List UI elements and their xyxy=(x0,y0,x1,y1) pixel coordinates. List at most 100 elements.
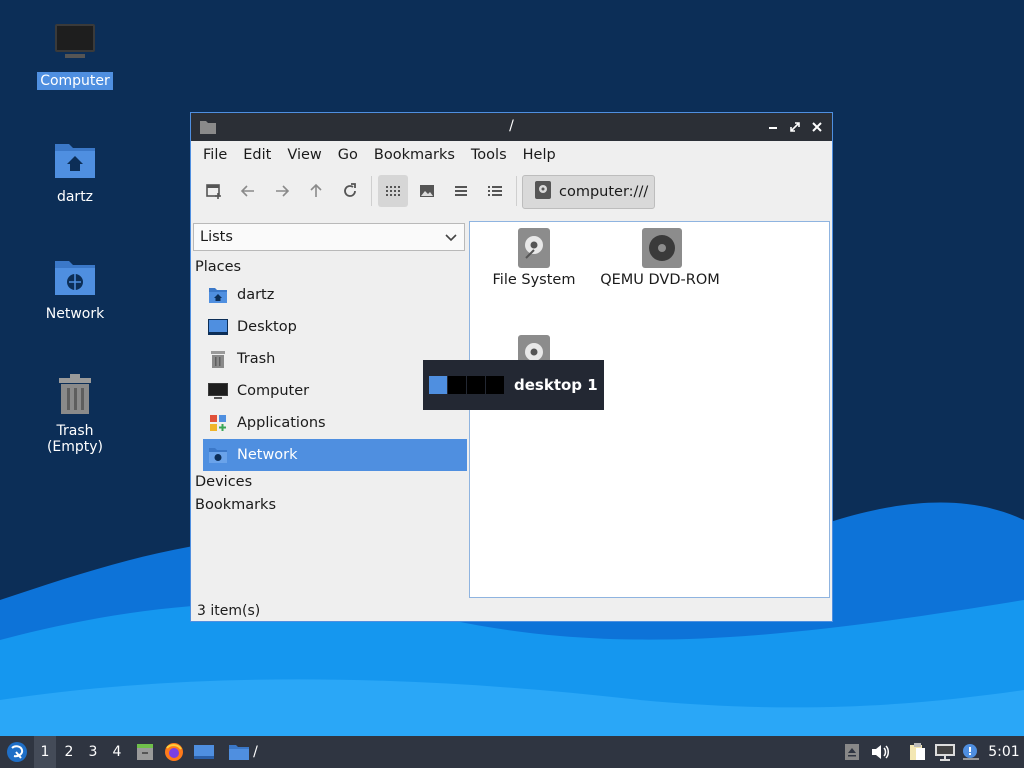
menu-file[interactable]: File xyxy=(195,147,235,163)
place-dartz[interactable]: dartz xyxy=(203,279,467,311)
arrow-left-icon xyxy=(240,185,254,197)
desktop-icon-trash[interactable]: Trash (Empty) xyxy=(25,372,125,456)
desktop-name-label: desktop 1 xyxy=(514,376,598,394)
new-tab-button[interactable] xyxy=(199,175,229,207)
list-detail-icon xyxy=(488,186,502,196)
side-pane-mode-value: Lists xyxy=(200,229,233,245)
reload-button[interactable] xyxy=(335,175,365,207)
drive-icon xyxy=(516,228,552,268)
firefox-launcher[interactable] xyxy=(162,736,186,768)
desktop-icon-label: Computer xyxy=(37,72,113,90)
eject-icon xyxy=(845,744,859,760)
detailed-view-button[interactable] xyxy=(480,175,510,207)
lxqt-logo-icon xyxy=(7,742,27,762)
menu-view[interactable]: View xyxy=(279,147,329,163)
back-button[interactable] xyxy=(233,175,263,207)
toolbar: computer:/// xyxy=(191,169,832,213)
volume-icon xyxy=(872,745,889,759)
icon-view-button[interactable] xyxy=(378,175,408,207)
firefox-icon xyxy=(165,743,183,761)
home-folder-icon xyxy=(53,138,97,182)
desktop-icon-network[interactable]: Network xyxy=(25,255,125,323)
folder-icon xyxy=(229,745,250,760)
computer-icon xyxy=(207,380,229,402)
network-tray-button[interactable] xyxy=(933,736,957,768)
desktop-cell-current xyxy=(429,376,447,394)
list-compact-icon xyxy=(455,186,467,196)
close-button[interactable] xyxy=(808,117,826,137)
maximize-button[interactable] xyxy=(786,117,804,137)
menu-bookmarks[interactable]: Bookmarks xyxy=(366,147,463,163)
place-desktop[interactable]: Desktop xyxy=(203,311,467,343)
path-button[interactable]: computer:/// xyxy=(522,175,655,209)
optical-drive-icon xyxy=(642,228,682,268)
trash-icon xyxy=(53,372,97,416)
network-icon xyxy=(207,444,229,466)
file-item-qemu-dvd-rom[interactable]: QEMU DVD-ROM xyxy=(596,228,724,288)
image-icon xyxy=(420,185,434,197)
title-bar[interactable]: / xyxy=(191,113,832,141)
menu-help[interactable]: Help xyxy=(515,147,564,163)
desktop-icon-computer[interactable]: Computer xyxy=(25,22,125,90)
up-button[interactable] xyxy=(301,175,331,207)
eject-tray-button[interactable] xyxy=(842,736,862,768)
desktop-icon-label: Trash (Empty) xyxy=(46,423,104,455)
arrow-right-icon xyxy=(276,185,290,197)
file-item-file-system[interactable]: File System xyxy=(482,228,586,288)
workspace-1[interactable]: 1 xyxy=(34,736,56,768)
place-label: Network xyxy=(237,447,298,463)
chevron-down-icon xyxy=(444,230,458,248)
places-heading[interactable]: Places xyxy=(195,259,241,275)
desktop-icon xyxy=(194,745,214,759)
devices-heading[interactable]: Devices xyxy=(195,474,252,490)
place-label: Desktop xyxy=(237,319,297,335)
bookmarks-heading[interactable]: Bookmarks xyxy=(195,497,276,513)
applications-icon xyxy=(207,412,229,434)
window-title: / xyxy=(509,118,514,134)
clipboard-icon xyxy=(910,743,925,760)
workspace-3[interactable]: 3 xyxy=(82,736,104,768)
place-label: Computer xyxy=(237,383,310,399)
clock[interactable]: 5:01 xyxy=(986,736,1022,768)
minimize-button[interactable] xyxy=(764,117,782,137)
network-folder-icon xyxy=(53,255,97,299)
thumbnail-view-button[interactable] xyxy=(412,175,442,207)
home-folder-icon xyxy=(207,284,229,306)
status-bar: 3 item(s) xyxy=(197,603,261,619)
desktop-switch-osd: desktop 1 xyxy=(423,360,604,410)
taskbar: 1 2 3 4 / 5:01 xyxy=(0,736,1024,768)
place-label: Applications xyxy=(237,415,326,431)
desktop-icon-dartz[interactable]: dartz xyxy=(25,138,125,206)
desktop-icon xyxy=(207,316,229,338)
updates-tray-button[interactable] xyxy=(960,736,982,768)
compact-view-button[interactable] xyxy=(446,175,476,207)
place-applications[interactable]: Applications xyxy=(203,407,467,439)
desktop-icon-label: dartz xyxy=(56,189,94,205)
show-desktop-button[interactable] xyxy=(191,736,217,768)
computer-icon xyxy=(53,22,97,66)
menu-edit[interactable]: Edit xyxy=(235,147,279,163)
path-label: computer:/// xyxy=(559,184,649,200)
volume-tray-button[interactable] xyxy=(869,736,891,768)
place-network[interactable]: Network xyxy=(203,439,467,471)
new-tab-icon xyxy=(206,184,221,199)
menu-go[interactable]: Go xyxy=(330,147,366,163)
file-item-label: File System xyxy=(492,272,576,288)
workspace-4[interactable]: 4 xyxy=(106,736,128,768)
file-cabinet-icon xyxy=(137,744,153,760)
task-label: / xyxy=(253,744,258,760)
arrow-up-icon xyxy=(310,183,322,197)
task-file-manager[interactable]: / xyxy=(223,736,263,768)
place-label: dartz xyxy=(237,287,275,303)
forward-button[interactable] xyxy=(267,175,297,207)
menu-bar: File Edit View Go Bookmarks Tools Help xyxy=(191,141,832,169)
file-item-label: QEMU DVD-ROM xyxy=(600,272,720,288)
clipboard-tray-button[interactable] xyxy=(905,736,929,768)
menu-tools[interactable]: Tools xyxy=(463,147,515,163)
workspace-2[interactable]: 2 xyxy=(58,736,80,768)
file-manager-launcher[interactable] xyxy=(133,736,157,768)
side-pane-mode-select[interactable]: Lists xyxy=(193,223,465,251)
start-menu-button[interactable] xyxy=(4,736,30,768)
reload-icon xyxy=(344,183,356,197)
drive-icon xyxy=(535,181,551,203)
